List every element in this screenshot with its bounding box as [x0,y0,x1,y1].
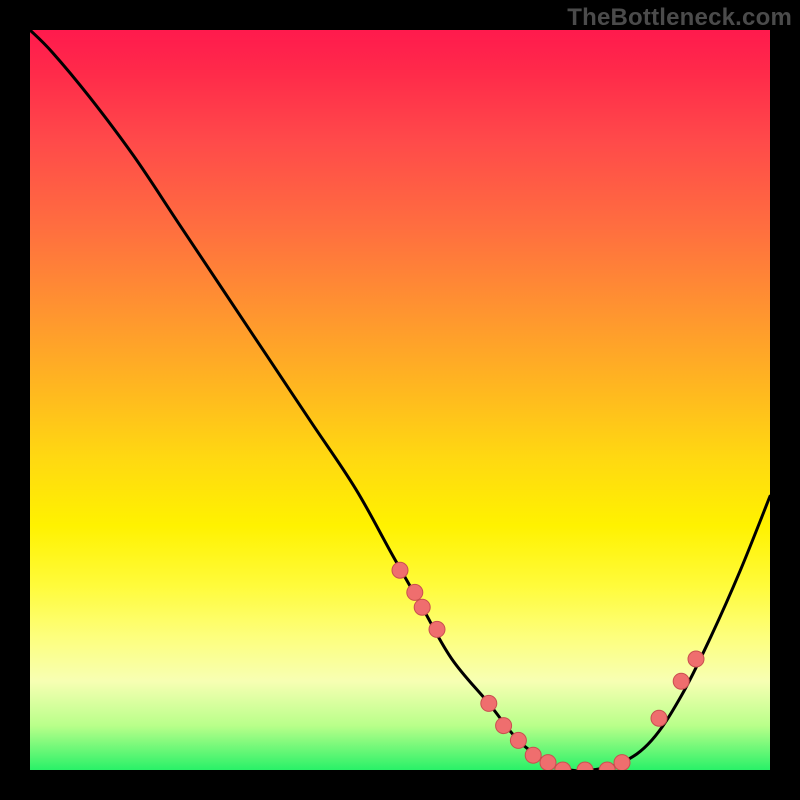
data-marker [414,599,430,615]
data-marker [673,673,689,689]
data-marker [599,762,615,770]
curve-svg [30,30,770,770]
watermark-text: TheBottleneck.com [567,4,792,32]
data-marker [525,747,541,763]
data-marker [407,584,423,600]
data-marker [688,651,704,667]
data-marker [392,562,408,578]
data-marker [651,710,667,726]
data-marker [481,695,497,711]
plot-area [30,30,770,770]
data-marker [577,762,593,770]
data-marker [496,718,512,734]
data-marker [555,762,571,770]
data-marker [510,732,526,748]
data-marker [540,755,556,770]
data-marker [429,621,445,637]
chart-frame [30,30,770,770]
bottleneck-curve [30,30,770,770]
data-marker [614,755,630,770]
